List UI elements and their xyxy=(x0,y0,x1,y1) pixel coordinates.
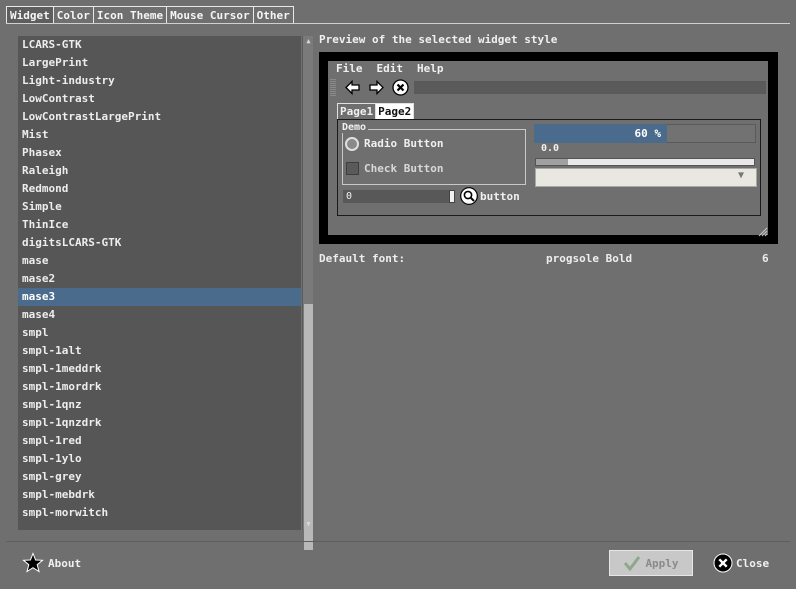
bottom-separator xyxy=(6,541,790,542)
close-button[interactable]: Close xyxy=(713,551,769,575)
list-item[interactable]: Phasex xyxy=(18,144,301,162)
checkmark-icon xyxy=(624,556,641,572)
tab-bar: Widget Color Icon Theme Mouse Cursor Oth… xyxy=(6,6,294,24)
theme-list[interactable]: LCARS-GTK LargePrint Light-industry LowCont… xyxy=(18,36,301,530)
scale-slider[interactable] xyxy=(535,158,755,166)
arrow-left-icon[interactable] xyxy=(344,79,361,96)
list-item[interactable]: mase4 xyxy=(18,306,301,324)
list-item[interactable]: smpl-morwitch xyxy=(18,504,301,522)
find-icon[interactable] xyxy=(460,187,478,205)
combo-box[interactable] xyxy=(535,168,757,187)
resize-grip-icon[interactable] xyxy=(756,225,768,237)
toolbar-grip[interactable] xyxy=(330,79,336,96)
preview-menubar: File Edit Help xyxy=(336,62,444,75)
about-button[interactable]: About xyxy=(22,551,81,575)
list-item[interactable]: Simple xyxy=(18,198,301,216)
menu-file[interactable]: File xyxy=(336,62,363,75)
scale-knob[interactable] xyxy=(536,159,568,165)
list-item[interactable]: LowContrastLargePrint xyxy=(18,108,301,126)
scroll-up-icon[interactable]: ▲ xyxy=(304,37,313,46)
list-scrollbar[interactable]: ▲ ▼ xyxy=(302,36,313,550)
list-item[interactable]: smpl-1alt xyxy=(18,342,301,360)
apply-label: Apply xyxy=(645,556,679,570)
default-font-label: Default font: xyxy=(319,252,406,265)
close-label: Close xyxy=(736,556,770,570)
list-item[interactable]: Mist xyxy=(18,126,301,144)
tab-page1[interactable]: Page1 xyxy=(337,103,377,120)
list-item[interactable]: mase xyxy=(18,252,301,270)
stop-icon[interactable] xyxy=(392,79,409,96)
tab-page2[interactable]: Page2 xyxy=(375,103,415,120)
radio-button-label[interactable]: Radio Button xyxy=(364,137,443,150)
menu-help[interactable]: Help xyxy=(417,62,444,75)
default-font-size: 6 xyxy=(762,252,769,265)
list-item[interactable]: smpl xyxy=(18,324,301,342)
list-item[interactable]: smpl-1ylo xyxy=(18,450,301,468)
tab-divider xyxy=(6,23,790,24)
list-item[interactable]: LargePrint xyxy=(18,54,301,72)
tab-mouse-cursor[interactable]: Mouse Cursor xyxy=(166,6,254,24)
about-label: About xyxy=(48,556,82,570)
list-item[interactable]: smpl-1red xyxy=(18,432,301,450)
chevron-down-icon[interactable]: ▼ xyxy=(738,170,744,181)
apply-button[interactable]: Apply xyxy=(609,550,693,576)
list-item[interactable]: smpl-1qnzdrk xyxy=(18,414,301,432)
list-item[interactable]: LCARS-GTK xyxy=(18,36,301,54)
scrollbar-thumb[interactable] xyxy=(304,304,313,550)
list-item[interactable]: smpl-1mordrk xyxy=(18,378,301,396)
check-button-label[interactable]: Check Button xyxy=(364,162,443,175)
preview-label: Preview of the selected widget style xyxy=(319,33,558,46)
star-icon xyxy=(22,552,44,573)
demo-frame-label: Demo xyxy=(342,122,369,133)
check-button[interactable] xyxy=(346,162,359,175)
scale-value: 0.0 xyxy=(541,143,560,154)
list-item[interactable]: Light-industry xyxy=(18,72,301,90)
scroll-down-icon[interactable]: ▼ xyxy=(304,520,313,529)
spin-cursor xyxy=(449,190,455,203)
list-item[interactable]: ThinIce xyxy=(18,216,301,234)
list-item[interactable]: smpl-grey xyxy=(18,468,301,486)
arrow-right-icon[interactable] xyxy=(368,79,385,96)
toolbar-entry[interactable] xyxy=(414,81,766,94)
spin-input[interactable]: 0 xyxy=(343,190,454,203)
progress-text: 60 % xyxy=(634,127,662,140)
default-font-name: progsole Bold xyxy=(546,252,633,265)
list-item[interactable]: digitsLCARS-GTK xyxy=(18,234,301,252)
demo-button[interactable]: button xyxy=(480,190,520,203)
tab-widget[interactable]: Widget xyxy=(6,6,54,24)
tab-color[interactable]: Color xyxy=(52,6,94,24)
list-item[interactable]: Redmond xyxy=(18,180,301,198)
radio-button[interactable] xyxy=(345,137,359,151)
list-item[interactable]: smpl-1meddrk xyxy=(18,360,301,378)
close-icon xyxy=(713,553,733,573)
preview-notebook-tabs: Page1 Page2 xyxy=(337,103,415,120)
tab-other[interactable]: Other xyxy=(252,6,294,24)
list-item[interactable]: mase2 xyxy=(18,270,301,288)
list-item[interactable]: smpl-mebdrk xyxy=(18,486,301,504)
tab-icon-theme[interactable]: Icon Theme xyxy=(92,6,168,24)
list-item[interactable]: LowContrast xyxy=(18,90,301,108)
list-item[interactable]: mase3 xyxy=(18,288,301,306)
menu-edit[interactable]: Edit xyxy=(377,62,404,75)
list-item[interactable]: smpl-1qnz xyxy=(18,396,301,414)
list-item[interactable]: Raleigh xyxy=(18,162,301,180)
